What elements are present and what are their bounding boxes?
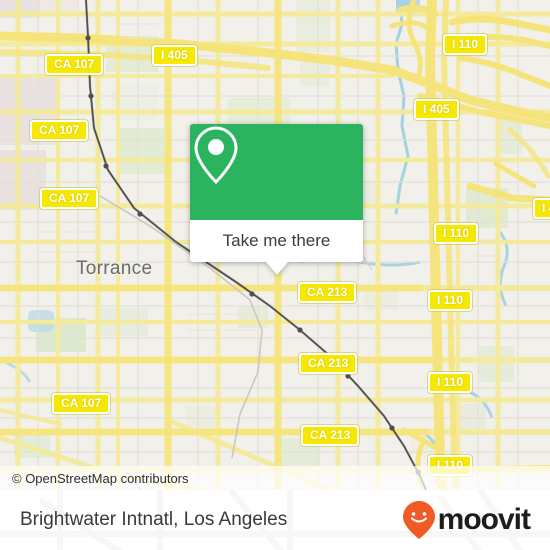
take-me-there-button[interactable]: Take me there — [190, 220, 363, 262]
map-canvas[interactable]: Torrance CA 107 I 405 I 110 CA 107 I 405… — [0, 0, 550, 490]
map-attribution: © OpenStreetMap contributors — [0, 466, 550, 490]
page-title: Brightwater Intnatl, Los Angeles — [20, 509, 288, 530]
destination-popup[interactable]: Take me there — [190, 124, 363, 275]
bottom-bar: Brightwater Intnatl, Los Angeles moovit — [0, 490, 550, 550]
popup-tail — [266, 262, 288, 275]
take-me-there-label: Take me there — [222, 231, 331, 250]
attribution-text[interactable]: © OpenStreetMap contributors — [0, 471, 189, 486]
highway-shield-i110-1[interactable]: I 110 — [443, 34, 488, 55]
highway-shield-ca107-3[interactable]: CA 107 — [40, 188, 99, 209]
moovit-pin-icon — [402, 501, 435, 539]
moovit-logo[interactable]: moovit — [402, 500, 531, 540]
highway-shield-i110-4[interactable]: I 110 — [428, 372, 473, 393]
highway-shield-ca107-4[interactable]: CA 107 — [52, 393, 111, 414]
map-screenshot: Torrance CA 107 I 405 I 110 CA 107 I 405… — [0, 0, 550, 550]
highway-shield-ca213-1[interactable]: CA 213 — [298, 282, 357, 303]
highway-shield-ca107-1[interactable]: CA 107 — [45, 54, 104, 75]
place-label-torrance: Torrance — [76, 258, 153, 279]
highway-shield-ca107-2[interactable]: CA 107 — [30, 120, 89, 141]
highway-shield-i4-edge[interactable]: I 4 — [533, 198, 550, 219]
map-pin-icon — [194, 126, 238, 185]
highway-shield-i405-2[interactable]: I 405 — [414, 99, 459, 120]
highway-shield-i405-1[interactable]: I 405 — [152, 45, 197, 66]
moovit-wordmark: moovit — [437, 503, 531, 536]
highway-shield-ca213-2[interactable]: CA 213 — [299, 353, 358, 374]
highway-shield-ca213-3[interactable]: CA 213 — [301, 425, 360, 446]
highway-shield-i110-2[interactable]: I 110 — [434, 223, 479, 244]
popup-header — [190, 124, 363, 220]
highway-shield-i110-3[interactable]: I 110 — [428, 290, 473, 311]
